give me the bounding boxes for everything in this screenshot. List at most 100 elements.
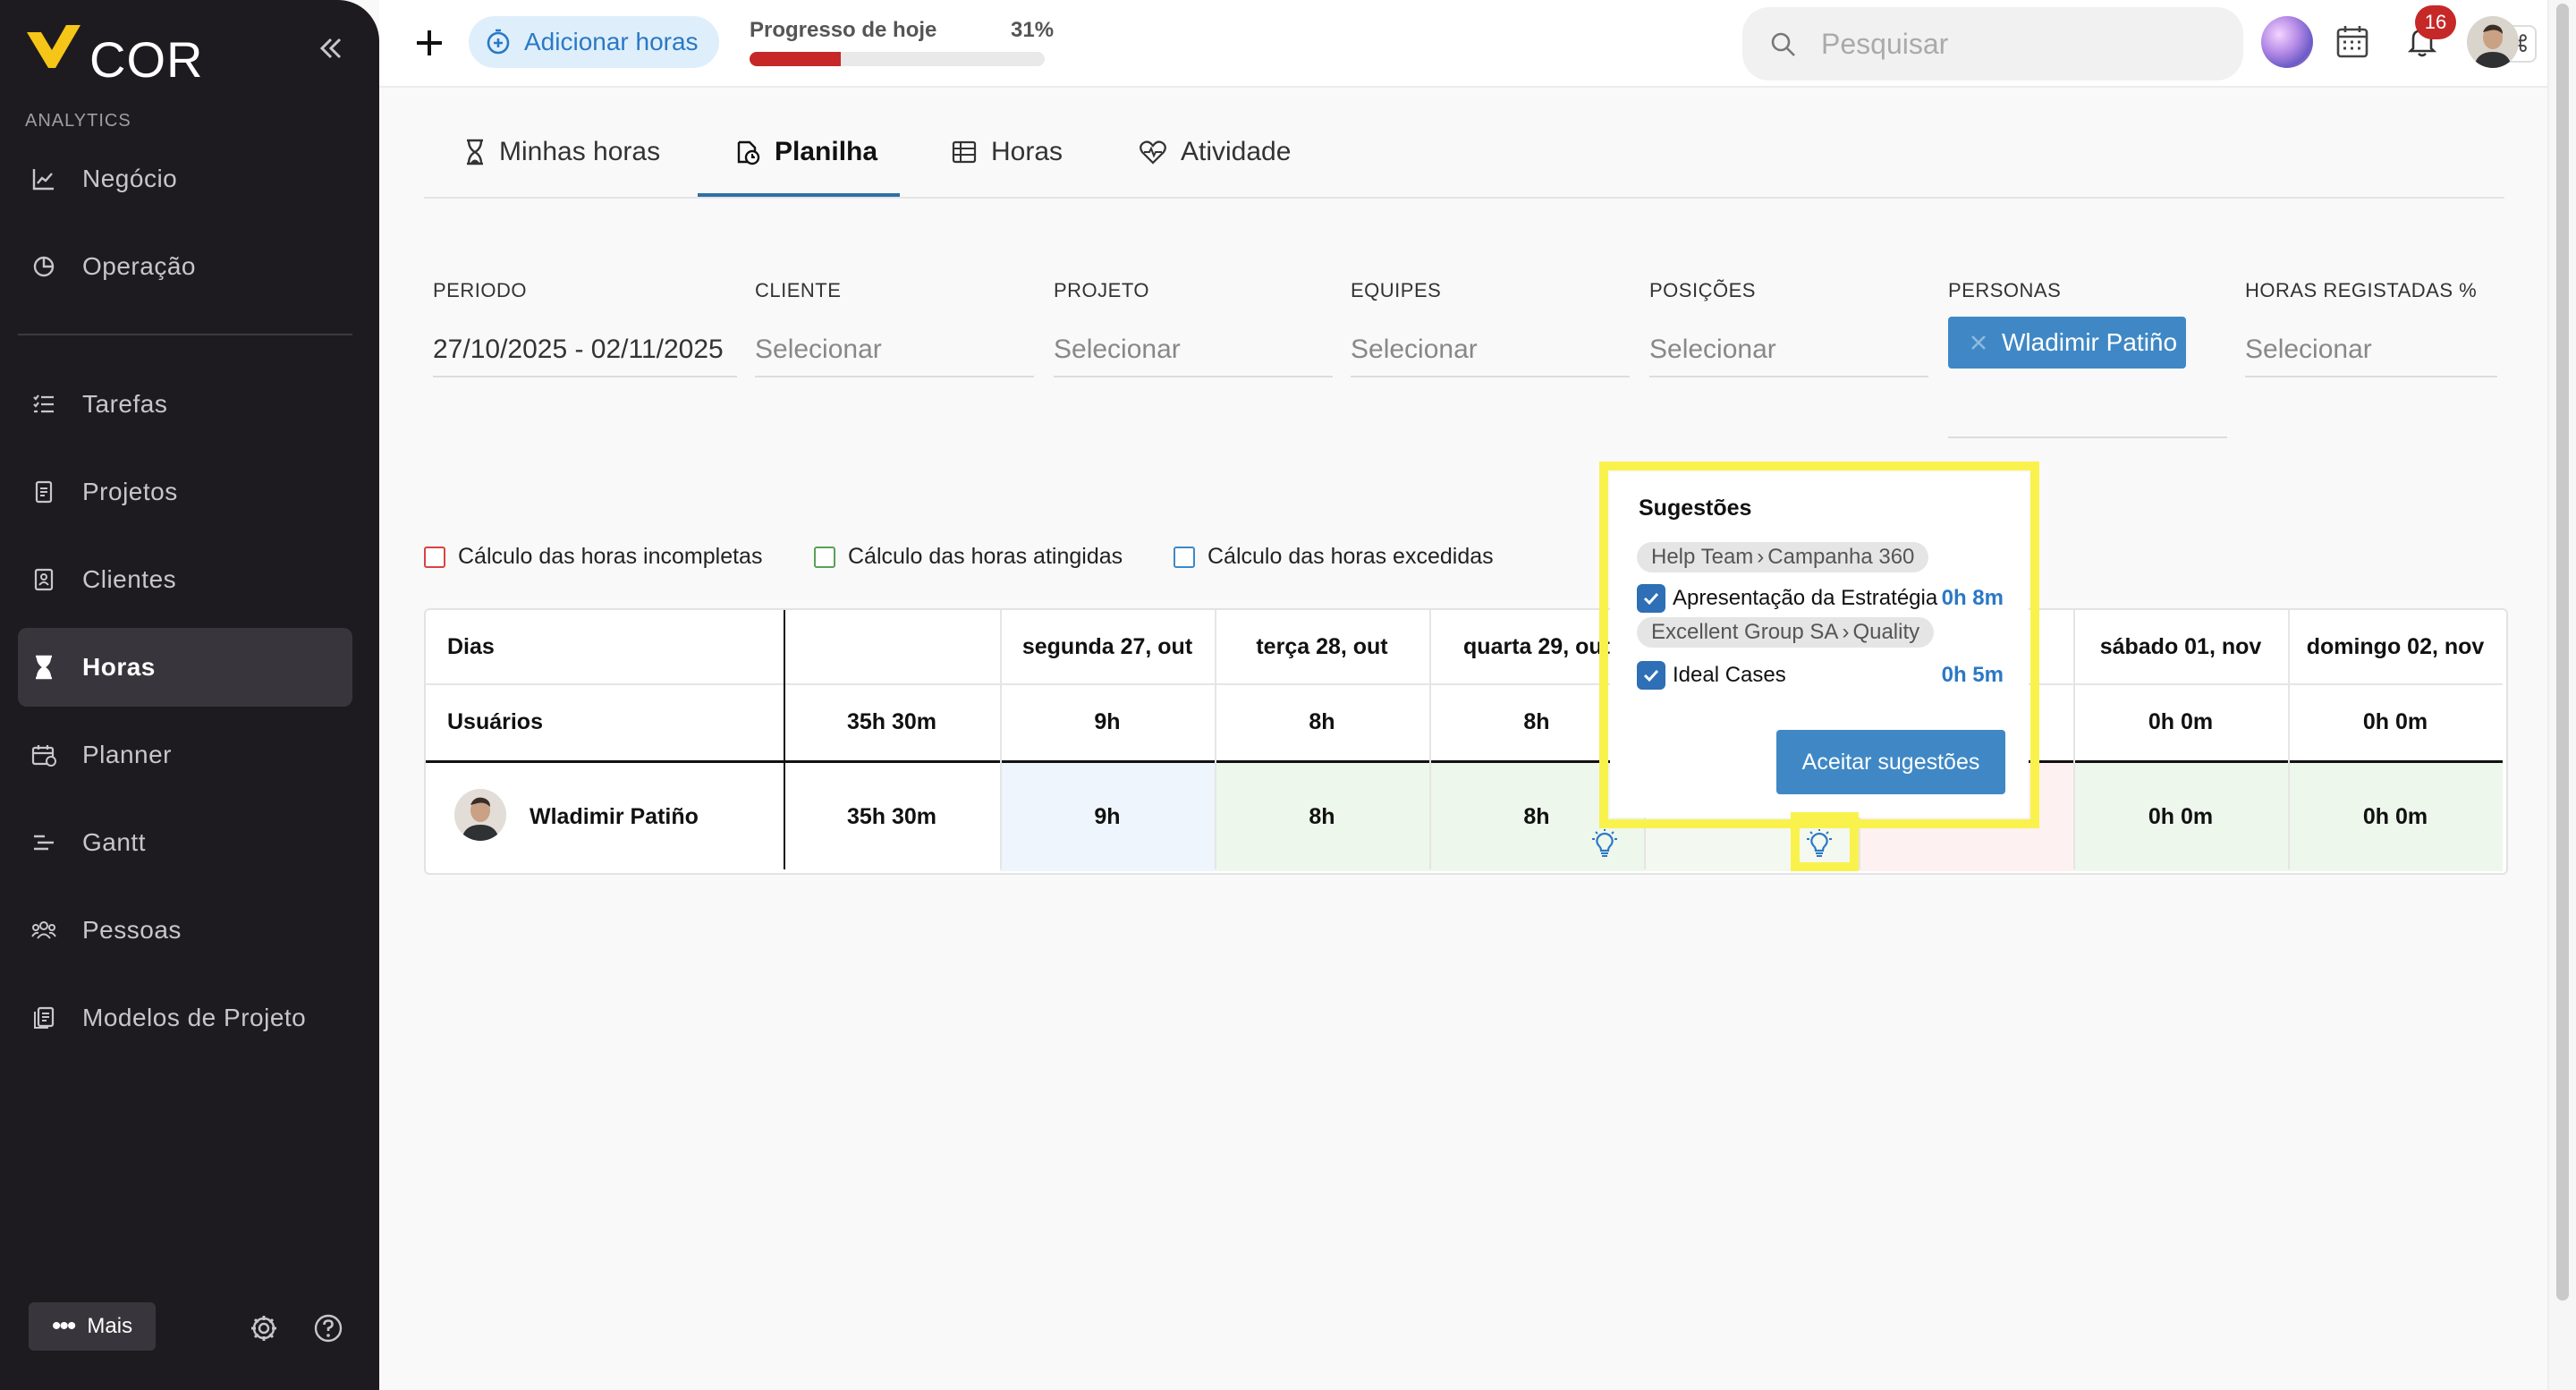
check-icon [1643, 669, 1659, 682]
ai-assistant-orb[interactable] [2261, 16, 2313, 68]
suggestion-item[interactable]: Apresentação da Estratégia 0h 8m [1637, 583, 2004, 614]
tab-horas[interactable]: Horas [952, 107, 1063, 197]
accept-suggestions-button[interactable]: Aceitar sugestões [1776, 730, 2005, 794]
hourglass-icon [467, 139, 483, 165]
sidebar-item-label: Negócio [82, 165, 178, 192]
filter-label: HORAS REGISTADAS % [2245, 279, 2478, 301]
sidebar-item-modelos-de-projeto[interactable]: Modelos de Projeto [18, 979, 352, 1057]
sidebar-item-horas[interactable]: Horas [18, 628, 352, 707]
period-value[interactable]: 27/10/2025 - 02/11/2025 [433, 335, 724, 365]
persona-chip[interactable]: Wladimir Patiño [1948, 317, 2186, 369]
settings-button[interactable] [249, 1313, 279, 1343]
check-icon [1643, 592, 1659, 606]
summary-day-total: 9h [1094, 708, 1121, 734]
question-circle-icon [314, 1314, 343, 1343]
posicoes-select[interactable]: Selecionar [1649, 335, 1776, 365]
checkbox-checked[interactable] [1637, 661, 1665, 690]
user-day-cell[interactable]: 8h [1215, 762, 1429, 871]
page-scrollbar[interactable] [2547, 0, 2576, 1390]
sidebar-item-negocio[interactable]: Negócio [18, 140, 352, 218]
legend-reached: Cálculo das horas atingidas [814, 544, 1123, 570]
legend-swatch-blue [1174, 546, 1195, 568]
sidebar-item-clientes[interactable]: Clientes [18, 540, 352, 619]
add-hours-button[interactable]: Adicionar horas [469, 16, 719, 68]
more-button[interactable]: ••• Mais [29, 1302, 156, 1351]
tab-label: Horas [991, 137, 1063, 166]
sidebar-item-label: Projetos [82, 478, 178, 505]
user-day-cell[interactable]: 9h [1000, 762, 1215, 871]
legend-label: Cálculo das horas incompletas [458, 544, 763, 569]
filter-label: PERSONAS [1948, 279, 2062, 301]
table-icon [952, 140, 977, 164]
sidebar-item-projetos[interactable]: Projetos [18, 453, 352, 531]
document-icon [30, 479, 57, 505]
day-header: segunda 27, out [1021, 633, 1193, 659]
tab-label: Minhas horas [499, 137, 661, 166]
progress-bar [750, 52, 1045, 66]
avatar [454, 789, 506, 841]
heart-pulse-icon [1140, 140, 1166, 165]
user-avatar[interactable] [2467, 16, 2519, 68]
user-name[interactable]: Wladimir Patiño [530, 762, 699, 871]
gantt-icon [30, 829, 57, 856]
filter-cliente: CLIENTE Selecionar [755, 279, 1034, 377]
calendar-button[interactable] [2334, 23, 2370, 59]
legend-label: Cálculo das horas excedidas [1208, 544, 1494, 569]
horas-registadas-select[interactable]: Selecionar [2245, 335, 2372, 365]
filter-equipes: EQUIPES Selecionar [1351, 279, 1630, 377]
legend-incomplete: Cálculo das horas incompletas [424, 544, 762, 570]
legend-swatch-green [814, 546, 835, 568]
day-header: domingo 02, nov [2306, 633, 2485, 659]
add-hours-label: Adicionar horas [524, 28, 699, 55]
sidebar-item-gantt[interactable]: Gantt [18, 803, 352, 882]
summary-day-total: 8h [1309, 708, 1335, 734]
filter-label: PERIODO [433, 279, 527, 301]
user-total: 35h 30m [846, 803, 937, 829]
user-day-cell[interactable]: 0h 0m [2073, 762, 2288, 871]
search-box[interactable]: ⌘ K [1742, 7, 2576, 81]
plus-icon [417, 30, 442, 55]
spreadsheet-clock-icon [737, 140, 760, 165]
lightbulb-icon [1592, 829, 1617, 857]
collapse-sidebar-button[interactable] [313, 30, 349, 66]
filter-projeto: PROJETO Selecionar [1054, 279, 1333, 377]
progress-bar-fill [750, 52, 842, 66]
active-tab-indicator [698, 193, 900, 197]
tab-planilha[interactable]: Planilha [735, 107, 877, 197]
timesheet-grid: Dias segunda 27, out terça 28, out quart… [424, 608, 2508, 875]
sidebar-item-operacao[interactable]: Operação [18, 227, 352, 306]
close-icon[interactable] [1970, 334, 1987, 352]
projeto-select[interactable]: Selecionar [1054, 335, 1181, 365]
filter-posicoes: POSIÇÕES Selecionar [1649, 279, 1928, 377]
analytics-section-label: ANALYTICS [25, 111, 131, 131]
quick-add-button[interactable] [410, 23, 449, 63]
scrollbar-thumb[interactable] [2556, 4, 2569, 1301]
sidebar-item-tarefas[interactable]: Tarefas [18, 365, 352, 444]
day-header: sábado 01, nov [2099, 633, 2262, 659]
cor-logo[interactable]: COR [25, 25, 204, 88]
user-day-cell[interactable]: 0h 0m [2288, 762, 2503, 871]
persona-chip-label: Wladimir Patiño [2002, 328, 2178, 356]
search-input[interactable] [1819, 23, 2091, 64]
help-button[interactable] [313, 1313, 343, 1343]
checkbox-checked[interactable] [1637, 584, 1665, 613]
task-list-icon [30, 391, 57, 418]
sidebar: COR ANALYTICS Negócio Operação Tarefas P… [0, 0, 379, 1390]
templates-icon [30, 1004, 57, 1031]
sidebar-item-planner[interactable]: Planner [18, 716, 352, 794]
hourglass-icon [30, 654, 57, 681]
filter-label: POSIÇÕES [1649, 279, 1756, 301]
notification-count-badge: 16 [2415, 5, 2456, 39]
tab-atividade[interactable]: Atividade [1140, 107, 1291, 197]
suggestion-bulb-button[interactable] [1589, 828, 1621, 860]
tab-minhas-horas[interactable]: Minhas horas [465, 107, 660, 197]
filter-label: PROJETO [1054, 279, 1150, 301]
suggestion-task: Ideal Cases [1673, 663, 1786, 687]
logo-text: COR [89, 31, 204, 88]
equipes-select[interactable]: Selecionar [1351, 335, 1478, 365]
suggestion-item[interactable]: Ideal Cases 0h 5m [1637, 660, 2004, 691]
dias-header: Dias [447, 633, 495, 659]
sidebar-item-pessoas[interactable]: Pessoas [18, 891, 352, 970]
top-bar: Adicionar horas Progresso de hoje 31% ⌘ … [379, 0, 2576, 88]
cliente-select[interactable]: Selecionar [755, 335, 882, 365]
